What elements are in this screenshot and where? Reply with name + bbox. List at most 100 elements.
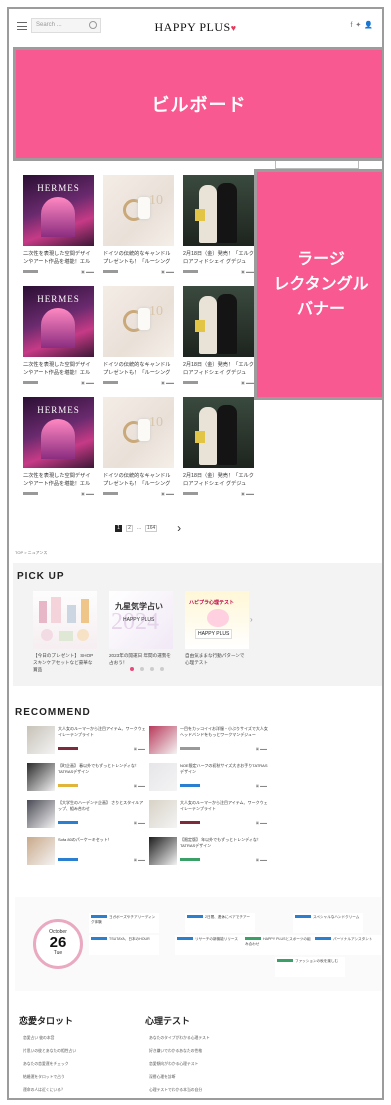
article-date-icon: ▣ ▬▬ bbox=[161, 491, 174, 496]
category-tag[interactable] bbox=[180, 784, 200, 787]
thumbnail-decoration bbox=[41, 308, 75, 348]
category-tag[interactable] bbox=[183, 492, 198, 495]
recommend-text: 【限定版】 年以外でもずっとトレンディな！TATRASデザイン bbox=[180, 837, 261, 848]
psych-test-link[interactable]: 心理テストでわかる本当の自分 bbox=[149, 1088, 269, 1098]
calendar-event-chip[interactable]: パーソナルアシスタント bbox=[313, 935, 382, 955]
article-title: ドイツの伝統的なキャンドルプレゼントも！「ルーシング bbox=[103, 251, 171, 265]
category-tag[interactable] bbox=[58, 858, 78, 861]
article-card[interactable]: 2月18日（金）発売！「エルクロアフィドシェイ グデジュ ▣ ▬▬ bbox=[183, 175, 254, 274]
recommend-text: 【大学生のハーデンテ企画】 さりとスタイルアップ、組み合わせ bbox=[58, 800, 144, 811]
article-card[interactable]: 2月18日（金）発売！「エルクロアフィドシェイ グデジュ ▣ ▬▬ bbox=[183, 286, 254, 385]
recommend-item[interactable]: Sofa 80のパーケーキセット！ ▣ ▬▬ bbox=[27, 837, 147, 867]
recommend-item[interactable]: 【限定版】 年以外でもずっとトレンディな！TATRASデザイン ▣ ▬▬ bbox=[149, 837, 269, 867]
carousel-dot[interactable] bbox=[130, 667, 134, 671]
recommend-thumbnail bbox=[27, 726, 55, 754]
recommend-item[interactable]: 【町企画】 春以外でもずっとトレンディな！TATRASデザイン ▣ ▬▬ bbox=[27, 763, 147, 793]
category-tag[interactable] bbox=[58, 784, 78, 787]
large-rectangle-ad[interactable]: ラージ レクタングル バナー bbox=[254, 169, 382, 400]
psych-test-link[interactable]: 好き嫌いでわかるあなたの性格 bbox=[149, 1049, 269, 1062]
social-links: f✦👤 bbox=[350, 21, 376, 29]
calendar-event-chip[interactable]: ファッションの秋を楽しむ bbox=[275, 957, 345, 977]
tarot-link[interactable]: 運命の人は近くにいる？ bbox=[23, 1088, 133, 1098]
pickup-card[interactable]: ハピプラ心理テスト HAPPY PLUS 自由気ままな行動パターンで心理テスト bbox=[185, 591, 249, 666]
recommend-item[interactable]: NOE限定ハーフの初秋サイズ大きお手りTATRASデザイン ▣ ▬▬ bbox=[149, 763, 269, 793]
article-date-icon: ▣ ▬▬ bbox=[161, 380, 174, 385]
category-tag[interactable] bbox=[103, 381, 118, 384]
category-tag[interactable] bbox=[103, 270, 118, 273]
category-tag[interactable] bbox=[180, 747, 200, 750]
category-tag[interactable] bbox=[183, 270, 198, 273]
article-thumbnail: 10 bbox=[103, 397, 174, 468]
tarot-link[interactable]: 結婚運をタロットで占う bbox=[23, 1075, 133, 1088]
category-tag[interactable] bbox=[180, 858, 200, 861]
category-tag[interactable] bbox=[183, 381, 198, 384]
category-tag[interactable] bbox=[58, 821, 78, 824]
pickup-card[interactable]: 2024 九星気学占い HAPPY PLUS 2023年の開運日 年間の運勢を占… bbox=[109, 591, 173, 666]
category-tag[interactable] bbox=[23, 381, 38, 384]
recommend-title: RECOMMEND bbox=[15, 707, 91, 718]
page-1[interactable]: 1 bbox=[115, 524, 122, 532]
article-title: ドイツの伝統的なキャンドルプレゼントも！「ルーシング bbox=[103, 362, 171, 376]
calendar-event-chip[interactable]: 2日間、連休にペアでチアー bbox=[185, 913, 255, 933]
article-card[interactable]: 10 ドイツの伝統的なキャンドルプレゼントも！「ルーシング ▣ ▬▬ bbox=[103, 397, 174, 496]
calendar-event-chip[interactable]: HAPPY PLUSとスポーツの組み合わせ bbox=[243, 935, 313, 955]
category-tag[interactable] bbox=[23, 492, 38, 495]
article-card[interactable]: HERMES 二次性を表現した空間デザインやアート作品を堪能！エル ▣ ▬▬ bbox=[23, 397, 94, 496]
event-text: TSUTAYA、日本のHOUR bbox=[109, 937, 150, 941]
heart-logo-icon: ♥ bbox=[230, 23, 237, 33]
logo-text: HAPPY PLUS bbox=[154, 20, 231, 34]
article-card[interactable]: 10 ドイツの伝統的なキャンドルプレゼントも！「ルーシング ▣ ▬▬ bbox=[103, 175, 174, 274]
twitter-icon[interactable]: ✦ bbox=[355, 22, 364, 29]
recommend-text: 大人女のルーマーから注目アイテム、ワークウェイレーテンプライト bbox=[58, 726, 146, 737]
breadcrumb[interactable]: TOP > ニュアンス bbox=[15, 550, 47, 556]
calendar-event-chip[interactable]: ヨガポーズやチアリーディング体験 bbox=[89, 913, 159, 933]
site-logo[interactable]: HAPPY PLUS♥ bbox=[9, 20, 382, 35]
carousel-dot[interactable] bbox=[150, 667, 154, 671]
psych-test-link[interactable]: あなたのタイプがわかる心理テスト bbox=[149, 1036, 269, 1049]
carousel-next-chevron-icon[interactable]: › bbox=[250, 615, 253, 624]
date-weekday: Tue bbox=[53, 950, 63, 956]
pickup-card[interactable]: 【今日のプレゼント】 SHOPスキンケアセットなど豪華な賞品 bbox=[33, 591, 97, 673]
page-last[interactable]: 164 bbox=[145, 524, 158, 532]
recommend-item[interactable]: 一目をカッコイイお洋服・小ぶりサイズで大人女ヘッドバンドをもっとワークマンデジュ… bbox=[149, 726, 269, 756]
thumbnail-decoration: 10 bbox=[149, 415, 163, 430]
event-label bbox=[91, 915, 107, 918]
category-tag[interactable] bbox=[23, 270, 38, 273]
tarot-link[interactable]: あなたの恋愛運をチェック bbox=[23, 1062, 133, 1075]
article-title: 二次性を表現した空間デザインやアート作品を堪能！エル bbox=[23, 251, 91, 265]
calendar-event-chip[interactable]: スペシャルなハンドクリーム bbox=[293, 913, 363, 933]
category-tag[interactable] bbox=[180, 821, 200, 824]
article-date-icon: ▣ ▬▬ bbox=[241, 491, 254, 496]
pickup-text: 2023年の開運日 年間の運勢を占おう！ bbox=[109, 653, 172, 665]
user-icon[interactable]: 👤 bbox=[364, 22, 376, 29]
calendar-banner[interactable]: October 26 Tue ヨガポーズやチアリーディング体験 TSUTAYA、日… bbox=[15, 897, 382, 991]
article-card[interactable]: HERMES 二次性を表現した空間デザインやアート作品を堪能！エル ▣ ▬▬ bbox=[23, 175, 94, 274]
recommend-item[interactable]: 大人女のルーマーから注目アイテム、ワークウェイレーテンプライト ▣ ▬▬ bbox=[27, 726, 147, 756]
psych-test-link[interactable]: 深層心理を診断 bbox=[149, 1075, 269, 1088]
billboard-ad[interactable]: ビルボード bbox=[13, 47, 382, 161]
calendar-event-chip[interactable]: リサーチの新機能リリース bbox=[175, 935, 245, 955]
category-tag[interactable] bbox=[103, 492, 118, 495]
ad-connector bbox=[275, 161, 359, 169]
billboard-label: ビルボード bbox=[151, 95, 247, 115]
psych-test-link[interactable]: 恋愛傾向がわかる心理テスト bbox=[149, 1062, 269, 1075]
article-card[interactable]: HERMES 二次性を表現した空間デザインやアート作品を堪能！エル ▣ ▬▬ bbox=[23, 286, 94, 385]
calendar-event-chip[interactable]: TSUTAYA、日本のHOUR bbox=[89, 935, 159, 955]
date-circle: October 26 Tue bbox=[33, 919, 83, 969]
article-card[interactable]: 10 ドイツの伝統的なキャンドルプレゼントも！「ルーシング ▣ ▬▬ bbox=[103, 286, 174, 385]
tarot-title: 恋愛タロット bbox=[19, 1016, 74, 1026]
recommend-item[interactable]: 大人女のルーマーから注目アイテム、ワークウェイレーテンプライト ▣ ▬▬ bbox=[149, 800, 269, 830]
pickup-title: PICK UP bbox=[17, 571, 65, 582]
article-card[interactable]: 2月18日（金）発売！「エルクロアフィドシェイ グデジュ ▣ ▬▬ bbox=[183, 397, 254, 496]
recommend-item[interactable]: 【大学生のハーデンテ企画】 さりとスタイルアップ、組み合わせ ▣ ▬▬ bbox=[27, 800, 147, 830]
recommend-text: 大人女のルーマーから注目アイテム、ワークウェイレーテンプライト bbox=[180, 800, 268, 811]
page-2[interactable]: 2 bbox=[126, 524, 133, 532]
category-tag[interactable] bbox=[58, 747, 78, 750]
carousel-dot[interactable] bbox=[140, 667, 144, 671]
article-date-icon: ▣ ▬▬ bbox=[241, 269, 254, 274]
next-page-chevron-icon[interactable]: › bbox=[177, 521, 181, 535]
carousel-dot[interactable] bbox=[160, 667, 164, 671]
tarot-link[interactable]: 片思いの彼とあなたの相性占い bbox=[23, 1049, 133, 1062]
recommend-text: 一目をカッコイイお洋服・小ぶりサイズで大人女ヘッドバンドをもっとワークマンデジュ… bbox=[180, 726, 268, 737]
tarot-link[interactable]: 恋愛占い 彼の本音 bbox=[23, 1036, 133, 1049]
